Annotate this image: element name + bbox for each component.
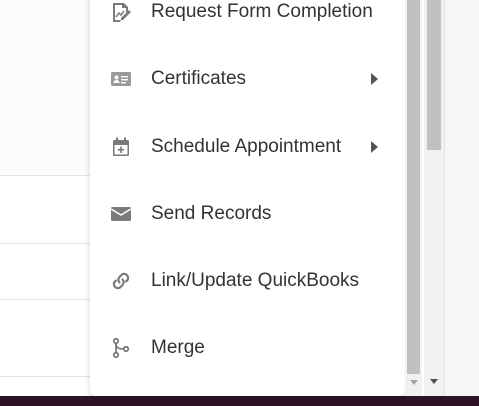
- page-scrollbar[interactable]: [424, 0, 444, 396]
- menu-item-schedule-appointment[interactable]: Schedule Appointment: [90, 127, 405, 167]
- bottom-bar: [0, 396, 479, 406]
- scroll-down-arrow-icon[interactable]: [410, 380, 418, 385]
- menu-item-label: Merge: [151, 337, 205, 358]
- calendar-plus-icon: [110, 136, 132, 158]
- scroll-down-arrow-icon[interactable]: [430, 379, 438, 384]
- menu-item-label: Send Records: [151, 203, 272, 224]
- form-edit-icon: [110, 1, 132, 23]
- menu-item-label: Schedule Appointment: [151, 136, 342, 157]
- merge-icon: [110, 337, 132, 359]
- menu-item-request-form-completion[interactable]: Request Form Completion: [90, 0, 405, 32]
- background-row-divider: [0, 299, 90, 300]
- menu-item-merge[interactable]: Merge: [90, 328, 405, 368]
- actions-dropdown-menu: Request Form Completion Certificates Sch…: [90, 0, 405, 396]
- menu-item-label: Request Form Completion: [151, 1, 373, 22]
- menu-item-link-update-quickbooks[interactable]: Link/Update QuickBooks: [90, 261, 405, 301]
- background-side-panel: [444, 0, 479, 396]
- page-scrollbar-thumb[interactable]: [427, 0, 441, 150]
- id-card-icon: [110, 68, 132, 90]
- background-row: [0, 0, 90, 176]
- menu-item-certificates[interactable]: Certificates: [90, 59, 405, 99]
- chevron-right-icon: [371, 73, 378, 85]
- menu-item-send-records[interactable]: Send Records: [90, 194, 405, 234]
- menu-scrollbar-thumb[interactable]: [407, 0, 420, 374]
- background-row-divider: [0, 243, 90, 244]
- background-row-divider: [0, 376, 90, 377]
- menu-scrollbar[interactable]: [405, 0, 422, 396]
- link-icon: [110, 270, 132, 292]
- chevron-right-icon: [371, 141, 378, 153]
- envelope-icon: [110, 203, 132, 225]
- menu-item-label: Link/Update QuickBooks: [151, 270, 360, 291]
- menu-item-label: Certificates: [151, 68, 247, 89]
